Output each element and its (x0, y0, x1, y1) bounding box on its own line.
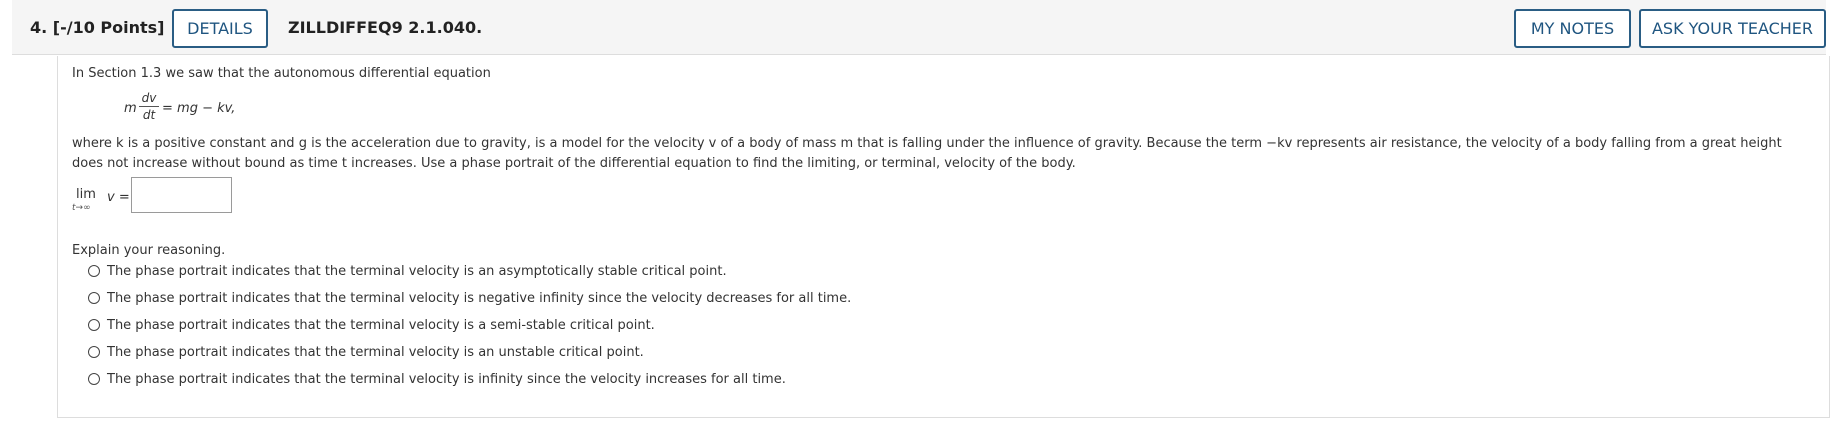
option-label: The phase portrait indicates that the te… (107, 317, 655, 333)
option-label: The phase portrait indicates that the te… (107, 263, 727, 279)
problem-text-line-1: where k is a positive constant and g is … (72, 136, 1782, 151)
option-unstable[interactable]: The phase portrait indicates that the te… (88, 343, 644, 361)
limit-variable: v = (107, 190, 130, 205)
radio-button[interactable] (88, 346, 100, 358)
fraction-denominator: dt (142, 108, 156, 122)
option-infinity[interactable]: The phase portrait indicates that the te… (88, 370, 786, 388)
limit-subscript: t→∞ (72, 203, 91, 213)
fraction-numerator: dv (139, 91, 159, 107)
option-asymptotically-stable[interactable]: The phase portrait indicates that the te… (88, 262, 727, 280)
radio-button[interactable] (88, 292, 100, 304)
question-header: 4. [-/10 Points] DETAILS ZILLDIFFEQ9 2.1… (12, 0, 1826, 55)
option-label: The phase portrait indicates that the te… (107, 371, 786, 387)
my-notes-button[interactable]: MY NOTES (1514, 9, 1631, 48)
option-semi-stable[interactable]: The phase portrait indicates that the te… (88, 316, 655, 334)
option-label: The phase portrait indicates that the te… (107, 344, 644, 360)
radio-button[interactable] (88, 265, 100, 277)
explain-label: Explain your reasoning. (72, 243, 226, 258)
ask-teacher-button[interactable]: ASK YOUR TEACHER (1639, 9, 1826, 48)
limit-operator: lim (76, 187, 96, 202)
assignment-id: ZILLDIFFEQ9 2.1.040. (288, 18, 483, 37)
option-negative-infinity[interactable]: The phase portrait indicates that the te… (88, 289, 851, 307)
radio-button[interactable] (88, 373, 100, 385)
radio-button[interactable] (88, 319, 100, 331)
equation-rhs: = mg − kv, (162, 101, 236, 116)
terminal-velocity-input[interactable] (131, 177, 232, 213)
question-number: 4. [-/10 Points] (30, 18, 165, 37)
derivative-fraction: dv dt (139, 91, 159, 122)
intro-text: In Section 1.3 we saw that the autonomou… (72, 66, 491, 81)
details-button[interactable]: DETAILS (172, 9, 268, 48)
equation-m: m (124, 101, 137, 116)
option-label: The phase portrait indicates that the te… (107, 290, 852, 306)
problem-text-line-2: does not increase without bound as time … (72, 156, 1076, 171)
question-content (57, 56, 1830, 418)
